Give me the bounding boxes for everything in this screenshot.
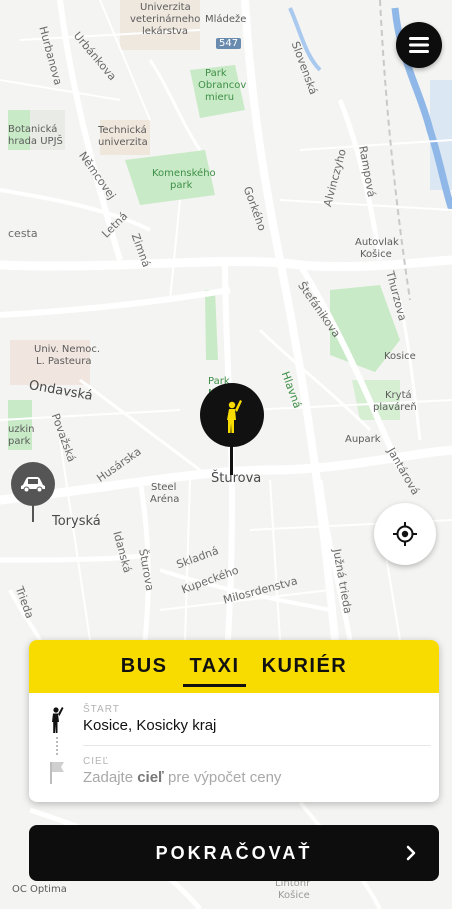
map-label: Šturova bbox=[211, 471, 262, 486]
placeholder-prefix: Zadajte bbox=[83, 769, 138, 786]
map-label: Košice bbox=[278, 890, 310, 901]
chevron-right-icon bbox=[406, 845, 416, 861]
continue-button[interactable]: POKRAČOVAŤ bbox=[29, 825, 439, 881]
map-label: Mládeže bbox=[205, 14, 247, 25]
map-label: L. Pasteura bbox=[36, 356, 92, 367]
map-label: mieru bbox=[205, 92, 235, 103]
hailing-person-icon bbox=[227, 400, 242, 433]
car-marker-stem bbox=[32, 504, 34, 522]
map-label: OC Optima bbox=[12, 884, 67, 895]
destination-placeholder: Zadajte cieľ pre výpočet ceny bbox=[83, 769, 281, 786]
map-label: univerzita bbox=[98, 137, 148, 148]
road-number-badge: 547 bbox=[216, 38, 242, 49]
placeholder-suffix: pre výpočet ceny bbox=[163, 769, 282, 786]
hamburger-menu-icon bbox=[409, 37, 429, 53]
car-icon bbox=[21, 477, 45, 492]
map-label: Park bbox=[205, 68, 227, 79]
map-label: Obrancov bbox=[198, 80, 247, 91]
map-label: Aupark bbox=[345, 434, 381, 445]
destination-label: CIEĽ bbox=[83, 756, 110, 767]
start-value: Kosice, Kosicky kraj bbox=[83, 717, 217, 734]
map-label: Krytá bbox=[385, 390, 412, 401]
map-label: hrada UPJŠ bbox=[8, 136, 63, 147]
car-marker[interactable] bbox=[11, 462, 55, 506]
service-tabs: BUS TAXI KURIÉR bbox=[29, 640, 439, 693]
pickup-pin-stem bbox=[230, 445, 233, 475]
map-label: uzkin bbox=[8, 424, 35, 435]
destination-field[interactable]: CIEĽ Zadajte cieľ pre výpočet ceny bbox=[29, 745, 439, 797]
map-label: Univ. Nemoc. bbox=[34, 344, 101, 355]
map-label: Kosice bbox=[384, 351, 416, 362]
map-label: Toryská bbox=[52, 514, 101, 529]
map-label: Aréna bbox=[150, 494, 180, 505]
placeholder-strong: cieľ bbox=[137, 769, 164, 786]
map-label: veterinárneho bbox=[130, 14, 201, 25]
locate-me-button[interactable] bbox=[374, 503, 436, 565]
tab-kurier[interactable]: KURIÉR bbox=[260, 655, 350, 678]
pickup-pin[interactable] bbox=[200, 383, 264, 447]
flag-icon bbox=[50, 762, 64, 784]
crosshair-location-icon bbox=[393, 522, 417, 546]
map-label: Komenského bbox=[152, 168, 216, 179]
map-label: Autovlak bbox=[355, 237, 399, 248]
map-label: park bbox=[170, 180, 193, 191]
map-label: plaváreň bbox=[373, 402, 417, 413]
order-panel: BUS TAXI KURIÉR ŠTART Kosice, Kosicky kr… bbox=[29, 640, 439, 802]
tab-taxi[interactable]: TAXI bbox=[183, 655, 246, 687]
map-label: cesta bbox=[8, 227, 38, 240]
start-field[interactable]: ŠTART Kosice, Kosicky kraj bbox=[29, 693, 439, 745]
menu-button[interactable] bbox=[396, 22, 442, 68]
route-fields: ŠTART Kosice, Kosicky kraj CIEĽ Zadajte … bbox=[29, 693, 439, 802]
map-label: Technická bbox=[98, 125, 147, 136]
map-label: park bbox=[8, 436, 31, 447]
map-label: Steel bbox=[151, 482, 177, 493]
map-label: Košice bbox=[360, 249, 392, 260]
start-label: ŠTART bbox=[83, 704, 120, 715]
map-label: Botanická bbox=[8, 124, 58, 135]
tab-bus[interactable]: BUS bbox=[119, 655, 170, 678]
person-icon bbox=[52, 707, 64, 733]
map-label: lekárstva bbox=[142, 26, 188, 37]
continue-label: POKRAČOVAŤ bbox=[155, 842, 313, 863]
map-label: Univerzita bbox=[140, 2, 191, 13]
